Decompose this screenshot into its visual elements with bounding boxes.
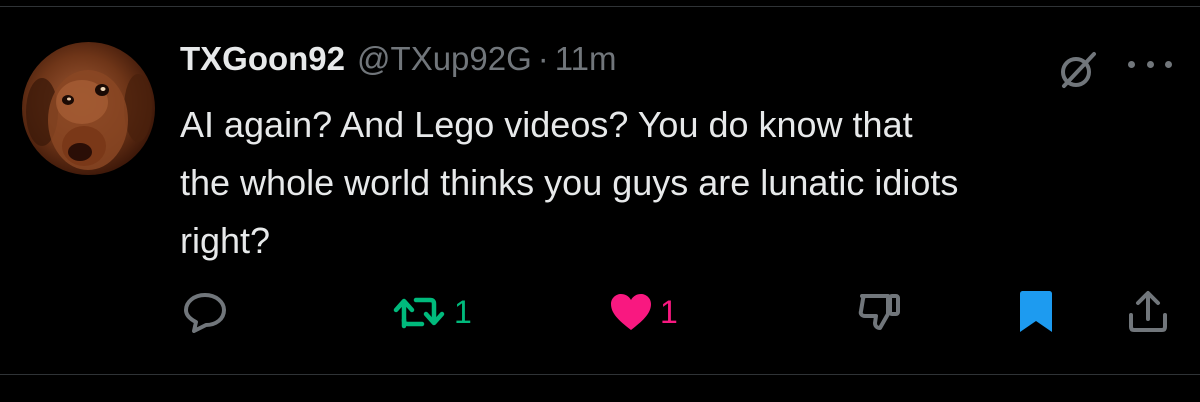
grok-icon[interactable]: [1056, 48, 1100, 92]
thumbs-down-icon: [858, 294, 900, 330]
dog-avatar-image: [26, 70, 152, 170]
bookmark-button[interactable]: [1016, 290, 1056, 334]
user-handle[interactable]: @TXup92G: [357, 40, 532, 78]
tweet-header: TXGoon92 @TXup92G · 11m: [180, 40, 617, 88]
more-dot: [1146, 60, 1154, 68]
timestamp[interactable]: 11m: [555, 40, 617, 78]
like-button[interactable]: 1: [608, 290, 678, 334]
more-dot: [1165, 60, 1172, 68]
avatar[interactable]: [22, 42, 155, 175]
heart-icon: [611, 294, 651, 330]
share-icon: [1129, 291, 1167, 332]
display-name[interactable]: TXGoon92: [180, 40, 345, 78]
dislike-button[interactable]: [856, 290, 904, 334]
retweet-button[interactable]: 1: [390, 290, 472, 334]
reply-button[interactable]: [182, 290, 228, 334]
bookmark-icon: [1020, 291, 1052, 332]
separator-dot: ·: [537, 40, 549, 77]
retweet-count: 1: [454, 293, 472, 330]
like-count: 1: [660, 293, 678, 330]
more-icon[interactable]: [1128, 50, 1172, 78]
bottom-divider: [0, 374, 1200, 375]
reply-icon: [184, 293, 226, 333]
action-bar: 1 1: [0, 290, 1200, 334]
share-button[interactable]: [1126, 290, 1170, 334]
more-dot: [1128, 60, 1135, 68]
retweet-icon: [393, 297, 445, 329]
tweet-text: AI again? And Lego videos? You do know t…: [180, 104, 959, 261]
top-divider: [0, 6, 1200, 7]
